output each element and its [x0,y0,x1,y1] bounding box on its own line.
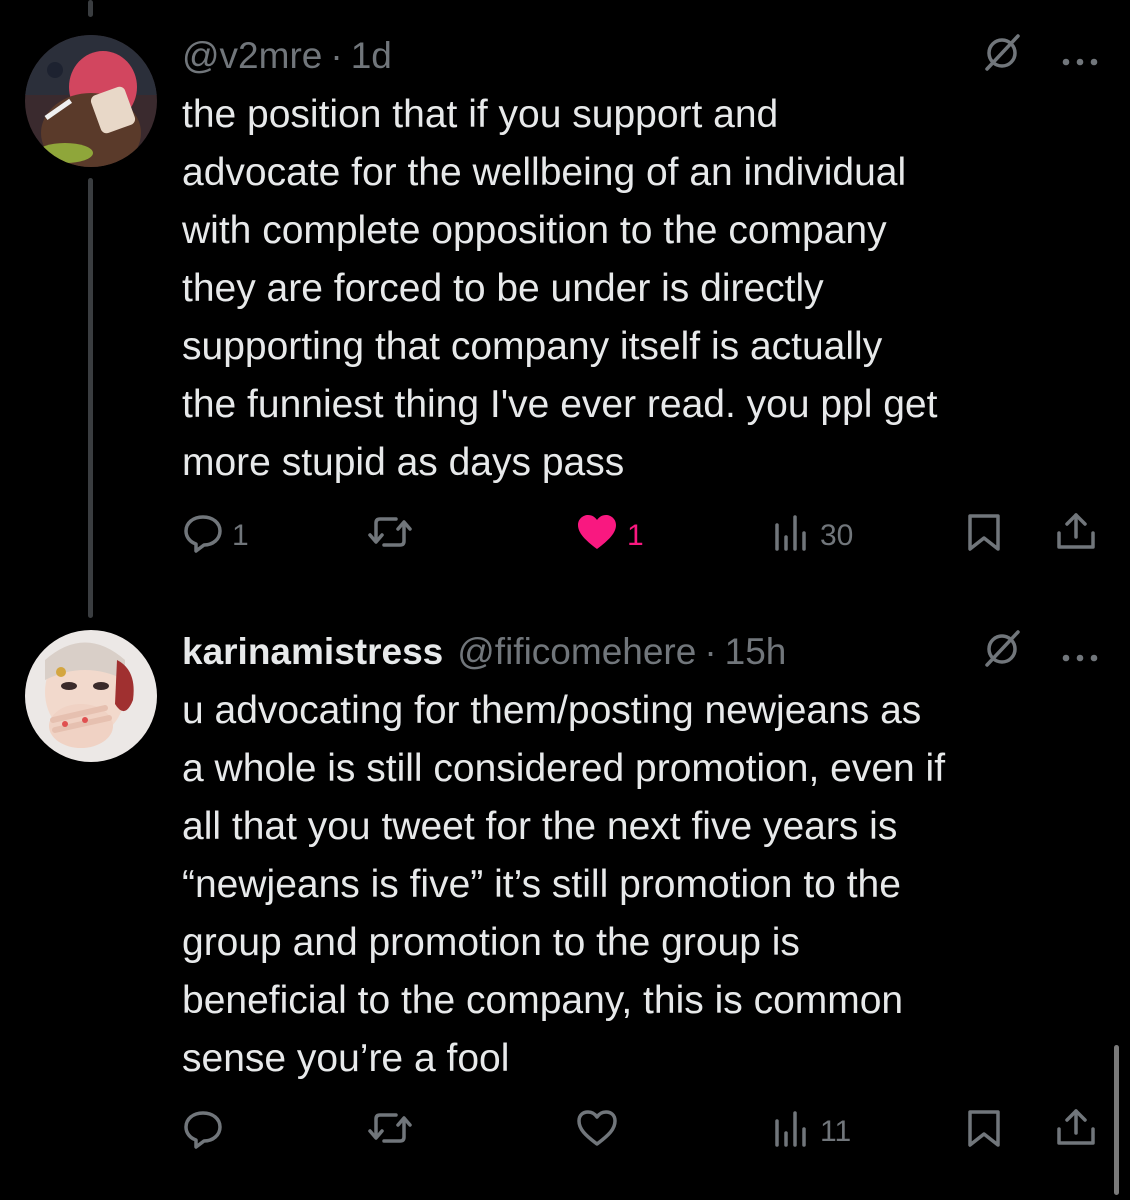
action-bar: 11 [182,1107,1102,1157]
view-count: 30 [820,519,854,552]
display-name[interactable]: karinamistress [182,631,443,673]
share-icon [1054,511,1098,561]
like-button[interactable]: 1 [575,514,644,558]
reply-count: 1 [232,519,249,552]
tweet-text-line: advocate for the wellbeing of an individ… [182,151,907,194]
bookmark-button[interactable] [964,514,1004,558]
share-icon [1054,1107,1098,1157]
more-icon[interactable] [1060,631,1100,673]
separator: · [330,35,343,76]
reply-button[interactable] [182,1110,232,1154]
tweet-text-line: they are forced to be under is directly [182,267,824,310]
tweet-text-line: a whole is still considered promotion, e… [182,747,946,790]
scrollbar[interactable] [1114,1045,1119,1195]
like-icon [575,1107,619,1157]
views-button[interactable]: 11 [772,1110,851,1154]
repost-icon [366,511,414,561]
handle[interactable]: @v2mre [182,35,322,77]
tweet-text-line: “newjeans is five” it’s still promotion … [182,863,901,906]
avatar[interactable] [25,35,157,167]
tweet-text: u advocating for them/posting newjeans a… [182,682,1082,1088]
repost-icon [366,1107,414,1157]
like-count: 1 [627,519,644,552]
tweet-text-line: sense you’re a fool [182,1037,510,1080]
timestamp[interactable]: 1d [351,35,392,77]
tweet-text-line: supporting that company itself is actual… [182,325,883,368]
tweet-text-line: group and promotion to the group is [182,921,800,964]
handle[interactable]: @fificomehere [457,631,696,673]
tweet-text-line: u advocating for them/posting newjeans a… [182,689,922,732]
separator: · [704,631,717,672]
bookmark-icon [964,511,1004,561]
bookmark-button[interactable] [964,1110,1004,1154]
repost-button[interactable] [366,1110,422,1154]
more-icon[interactable] [1060,35,1100,77]
action-bar: 1 1 30 [182,511,1102,561]
tweet-header: karinamistress @fificomehere · 15h [182,628,1110,677]
grok-icon[interactable] [982,628,1022,677]
tweet-1[interactable]: @v2mre · 1d the position that if you sup… [0,0,1130,600]
share-button[interactable] [1054,1107,1098,1157]
views-icon [772,511,812,561]
reply-button[interactable]: 1 [182,514,249,558]
like-button[interactable] [575,1110,627,1154]
reply-icon [182,511,224,561]
grok-icon[interactable] [982,32,1022,81]
bookmark-icon [964,1107,1004,1157]
repost-button[interactable] [366,514,422,558]
tweet-2[interactable]: karinamistress @fificomehere · 15h u adv… [0,600,1130,1200]
tweet-text-line: beneficial to the company, this is commo… [182,979,904,1022]
share-button[interactable] [1054,511,1098,561]
tweet-text-line: with complete opposition to the company [182,209,887,252]
view-count: 11 [820,1115,852,1148]
tweet-header: @v2mre · 1d [182,32,1110,81]
tweet-text: the position that if you support and adv… [182,86,1082,492]
tweet-text-line: all that you tweet for the next five yea… [182,805,898,848]
tweet-text-line: more stupid as days pass [182,441,625,484]
tweet-text-line: the position that if you support and [182,93,779,136]
views-button[interactable]: 30 [772,514,853,558]
avatar[interactable] [25,630,157,762]
reply-icon [182,1107,224,1157]
timestamp[interactable]: 15h [725,631,787,673]
like-icon-filled [575,511,619,561]
views-icon [772,1107,812,1157]
tweet-text-line: the funniest thing I've ever read. you p… [182,383,938,426]
